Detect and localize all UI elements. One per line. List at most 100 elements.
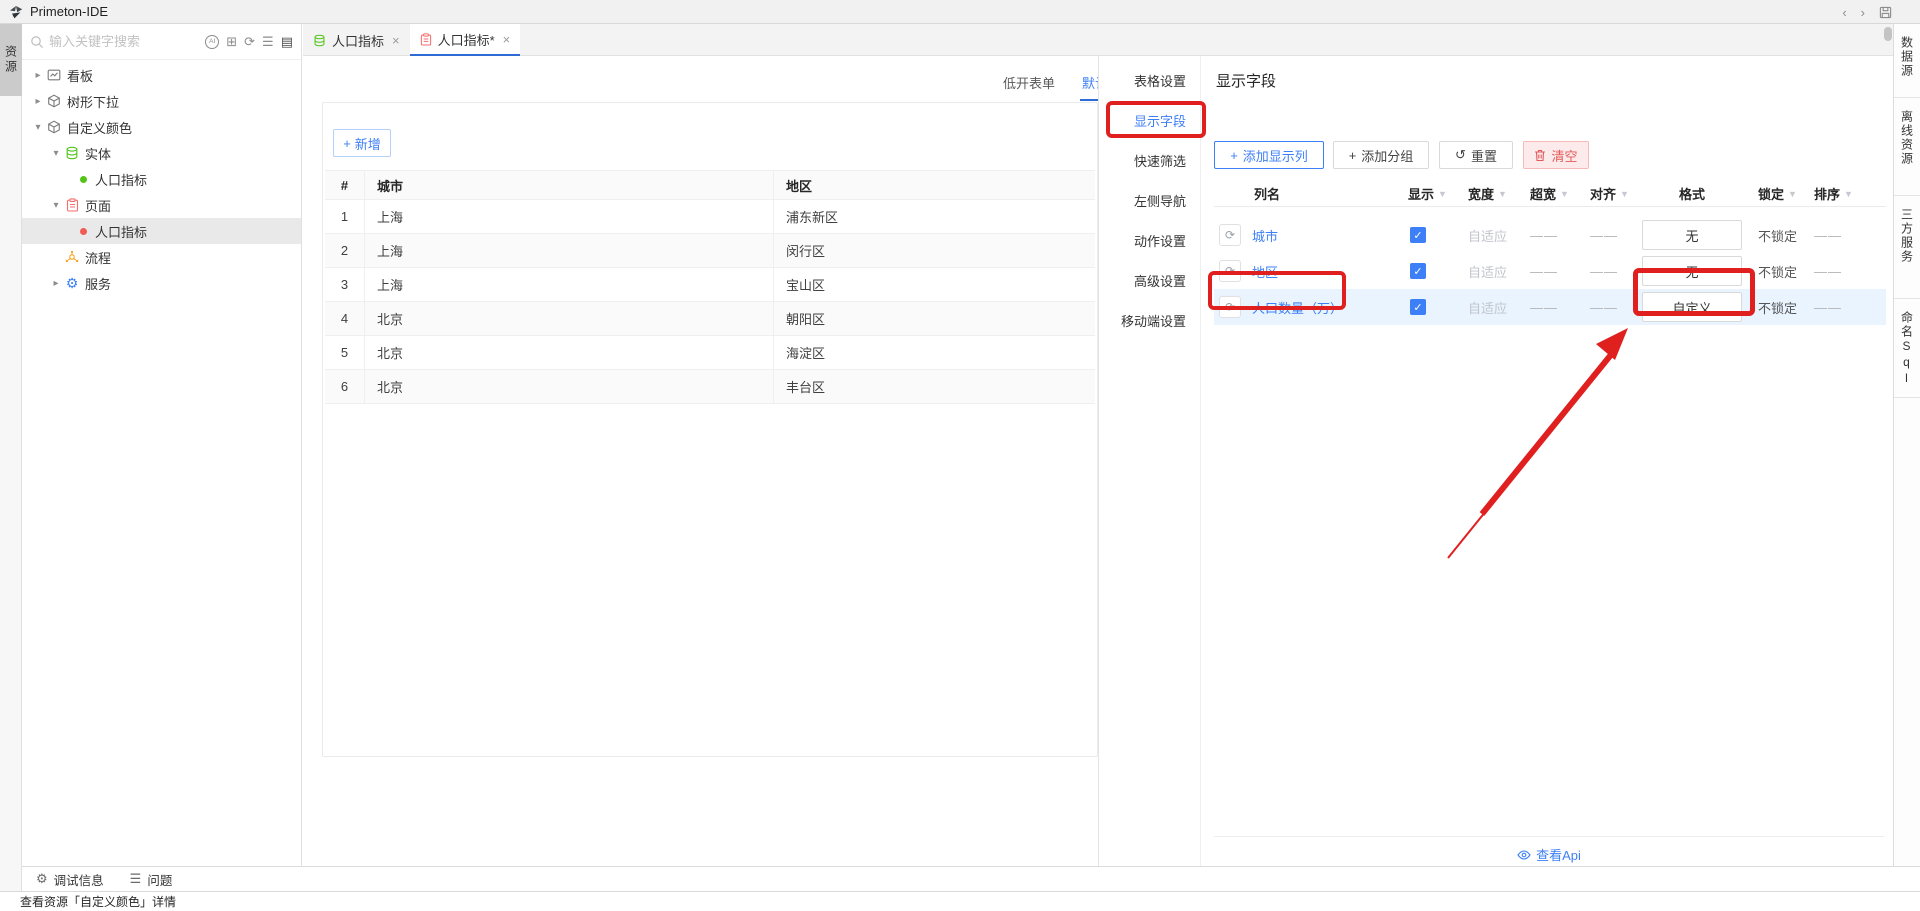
debug-info-item[interactable]: ⚙ 调试信息 (36, 870, 104, 889)
page-icon (420, 33, 432, 46)
strip-tab-datasource[interactable]: 数据源 (1894, 24, 1920, 98)
add-new-button[interactable]: + 新增 (333, 129, 391, 157)
show-checkbox[interactable] (1410, 263, 1426, 279)
view-api-row: 查看Api (1214, 836, 1884, 864)
tree-item-page[interactable]: ▾ 页面 (22, 192, 301, 218)
panel-title: 显示字段 (1216, 70, 1276, 91)
tree-item-flow[interactable]: 流程 (22, 244, 301, 270)
table-row[interactable]: 4 北京 朝阳区 (325, 302, 1095, 336)
nav-forward-icon[interactable]: › (1861, 5, 1865, 20)
tab-population-page[interactable]: 人口指标* × (410, 24, 521, 56)
save-icon[interactable] (1879, 6, 1892, 19)
collapse-all-icon[interactable]: ☰ (262, 35, 274, 48)
header-align[interactable]: 对齐▼ (1582, 184, 1638, 203)
database-icon (64, 146, 80, 160)
view-api-link[interactable]: 查看Api (1536, 845, 1581, 864)
problems-item[interactable]: ☰ 问题 (130, 870, 173, 889)
menu-item-table-settings[interactable]: 表格设置 (1099, 62, 1200, 102)
resource-tree: ▸ 看板 ▸ 树形下拉 ▾ 自定义颜色 ▾ 实体 人口指标 (22, 60, 301, 296)
tab-population-entity[interactable]: 人口指标 × (303, 24, 410, 56)
chevron-right-icon[interactable]: ▸ (30, 96, 46, 107)
chevron-right-icon[interactable]: ▸ (48, 278, 64, 289)
tree-item-service[interactable]: ▸ ⚙ 服务 (22, 270, 301, 296)
resources-strip-tab[interactable]: 资源 (0, 24, 22, 96)
sync-field-icon[interactable]: ⟳ (1219, 296, 1241, 318)
chevron-down-icon[interactable]: ▾ (48, 148, 64, 159)
header-lock[interactable]: 锁定▼ (1746, 184, 1806, 203)
menu-item-display-fields[interactable]: 显示字段 (1099, 102, 1200, 142)
strip-tab-offline-resources[interactable]: 离线资源 (1894, 98, 1920, 196)
list-icon: ☰ (130, 871, 142, 887)
kanban-icon (46, 68, 62, 82)
green-dot-icon (80, 176, 87, 183)
show-checkbox[interactable] (1410, 227, 1426, 243)
menu-item-quick-filter[interactable]: 快速筛选 (1099, 142, 1200, 182)
table-row[interactable]: 2 上海 闵行区 (325, 234, 1095, 268)
view-tab-lowcode-form[interactable]: 低开表单 (1003, 69, 1055, 101)
format-select[interactable]: 无 (1642, 256, 1742, 286)
tree-item-label: 人口指标 (95, 222, 147, 241)
field-name-link[interactable]: 城市 (1252, 226, 1278, 245)
tree-item-custom-color[interactable]: ▾ 自定义颜色 (22, 114, 301, 140)
sync-field-icon[interactable]: ⟳ (1219, 224, 1241, 246)
field-name-link[interactable]: 地区 (1252, 262, 1278, 281)
sync-field-icon[interactable]: ⟳ (1219, 260, 1241, 282)
close-icon[interactable]: × (503, 32, 511, 47)
col-header-city: 城市 (365, 171, 774, 199)
menu-item-mobile-settings[interactable]: 移动端设置 (1099, 302, 1200, 342)
strip-tab-third-party[interactable]: 三方服务 (1894, 196, 1920, 299)
plus-icon: + (343, 136, 351, 151)
table-settings-panel: 表格设置 显示字段 快速筛选 左侧导航 动作设置 高级设置 移动端设置 显示字段… (1098, 56, 1893, 866)
add-display-column-button[interactable]: + 添加显示列 (1214, 141, 1324, 169)
resource-explorer: ⊞ ⟳ ☰ ▤ ▸ 看板 ▸ 树形下拉 ▾ 自定义颜色 (22, 24, 302, 866)
nav-back-icon[interactable]: ‹ (1842, 5, 1846, 20)
settings-menu: 表格设置 显示字段 快速筛选 左侧导航 动作设置 高级设置 移动端设置 (1099, 56, 1201, 866)
add-resource-icon[interactable]: ⊞ (226, 35, 237, 48)
format-select-custom[interactable]: 自定义 (1642, 292, 1742, 322)
chevron-down-icon[interactable]: ▾ (30, 122, 46, 133)
undo-icon: ↺ (1455, 147, 1466, 163)
search-icon (30, 35, 44, 49)
menu-item-action-settings[interactable]: 动作设置 (1099, 222, 1200, 262)
field-name-link[interactable]: 人口数量（万） (1252, 298, 1343, 317)
add-group-button[interactable]: + 添加分组 (1333, 141, 1429, 169)
menu-item-advanced-settings[interactable]: 高级设置 (1099, 262, 1200, 302)
tree-item-population-page[interactable]: 人口指标 (22, 218, 301, 244)
clear-button[interactable]: 清空 (1523, 141, 1589, 169)
tree-item-label: 人口指标 (95, 170, 147, 189)
strip-tab-named-sql[interactable]: 命名Sql (1894, 299, 1920, 398)
caret-down-icon: ▼ (1438, 189, 1447, 199)
show-checkbox[interactable] (1410, 299, 1426, 315)
header-show[interactable]: 显示▼ (1400, 184, 1460, 203)
tree-item-entity[interactable]: ▾ 实体 (22, 140, 301, 166)
tree-item-label: 实体 (85, 144, 111, 163)
table-row[interactable]: 3 上海 宝山区 (325, 268, 1095, 302)
tab-label: 人口指标 (332, 31, 384, 50)
table-row[interactable]: 5 北京 海淀区 (325, 336, 1095, 370)
format-select[interactable]: 无 (1642, 220, 1742, 250)
cube-icon (46, 94, 62, 108)
menu-item-left-nav[interactable]: 左侧导航 (1099, 182, 1200, 222)
header-overwide[interactable]: 超宽▼ (1522, 184, 1582, 203)
header-sort[interactable]: 排序▼ (1806, 184, 1876, 203)
status-bar: 查看资源「自定义颜色」详情 (0, 891, 1920, 911)
tree-item-tree-dropdown[interactable]: ▸ 树形下拉 (22, 88, 301, 114)
table-row[interactable]: 6 北京 丰台区 (325, 370, 1095, 404)
chevron-right-icon[interactable]: ▸ (30, 70, 46, 81)
chevron-down-icon[interactable]: ▾ (48, 200, 64, 211)
close-icon[interactable]: × (392, 33, 400, 48)
search-input[interactable] (49, 34, 205, 49)
tree-item-kanban[interactable]: ▸ 看板 (22, 62, 301, 88)
ai-assist-icon[interactable] (205, 35, 219, 49)
debug-bar: ⚙ 调试信息 ☰ 问题 (22, 866, 1920, 891)
refresh-icon[interactable]: ⟳ (244, 35, 255, 48)
header-format: 格式 (1638, 184, 1746, 203)
tree-item-population-entity[interactable]: 人口指标 (22, 166, 301, 192)
locate-file-icon[interactable]: ▤ (281, 35, 293, 48)
tree-item-label: 服务 (85, 274, 111, 293)
header-width[interactable]: 宽度▼ (1460, 184, 1522, 203)
eye-icon (1517, 850, 1531, 860)
scrollbar-thumb[interactable] (1884, 27, 1892, 41)
table-row[interactable]: 1 上海 浦东新区 (325, 200, 1095, 234)
reset-button[interactable]: ↺ 重置 (1439, 141, 1513, 169)
